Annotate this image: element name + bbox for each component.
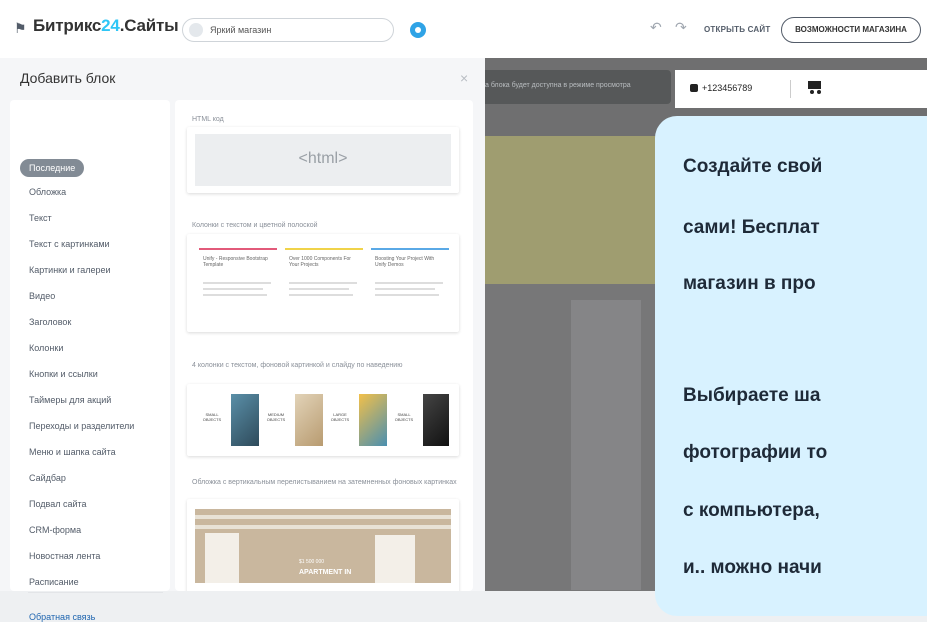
block-card-html[interactable]: <html> (187, 127, 459, 193)
category-item[interactable]: Видео (29, 291, 55, 301)
category-item[interactable]: Подвал сайта (29, 499, 87, 509)
cover-price: $1 500 000 (299, 559, 325, 565)
category-item[interactable]: Расписание (29, 577, 79, 587)
preview-column (571, 300, 641, 590)
preview-notice: а блока будет доступна в режиме просмотр… (485, 70, 671, 104)
block-list: HTML код <html> Колонки с текстом и цвет… (175, 100, 473, 591)
category-item[interactable]: Меню и шапка сайта (29, 447, 116, 457)
callout-line: Создайте свой (683, 156, 823, 177)
block-card-four-columns[interactable]: SMALL OBJECTS MEDIUM OBJECTS LARGE OBJEC… (187, 384, 459, 456)
callout-line: фотографии то (683, 442, 828, 463)
column-heading: Boosting Your Project With Unify Demos (375, 256, 435, 268)
undo-icon[interactable]: ↶ (650, 19, 662, 36)
category-item[interactable]: Колонки (29, 343, 63, 353)
category-item[interactable]: Переходы и разделители (29, 421, 134, 431)
home-icon[interactable]: ⚑ (14, 20, 27, 37)
category-item[interactable]: Кнопки и ссылки (29, 369, 98, 379)
store-features-button[interactable]: ВОЗМОЖНОСТИ МАГАЗИНА (781, 17, 921, 43)
open-site-link[interactable]: ОТКРЫТЬ САЙТ (704, 25, 770, 34)
column-preview: Over 1000 Components For Your Projects (285, 248, 363, 320)
logo-number: 24 (101, 16, 120, 35)
thumbnail (359, 394, 387, 446)
color-strip (285, 248, 363, 250)
preview-phone: +123456789 (690, 83, 752, 93)
category-item[interactable]: Таймеры для акций (29, 395, 111, 405)
top-bar: ⚑ Битрикс24.Сайты Яркий магазин ↶ ↷ ОТКР… (0, 0, 927, 59)
category-item[interactable]: Новостная лента (29, 551, 100, 561)
callout-line: магазин в про (683, 273, 816, 294)
cart-icon (805, 80, 825, 94)
column-preview: Unify - Responsive Bootstrap Template (199, 248, 277, 320)
column-label: SMALL OBJECTS (202, 412, 222, 422)
block-title: Обложка с вертикальным перелистыванием н… (192, 479, 457, 486)
category-item[interactable]: Текст с картинками (29, 239, 110, 249)
block-title: 4 колонки с текстом, фоновой картинкой и… (192, 362, 403, 369)
logo-suffix: .Сайты (119, 16, 179, 35)
cover-heading: APARTMENT IN (299, 569, 352, 576)
logo[interactable]: Битрикс24.Сайты (33, 16, 179, 36)
logo-name: Битрикс (33, 16, 102, 35)
close-icon[interactable]: × (460, 70, 468, 86)
category-item[interactable]: Последние (20, 159, 85, 177)
category-item[interactable]: Заголовок (29, 317, 71, 327)
callout-line: с компьютера, (683, 500, 820, 521)
site-name: Яркий магазин (210, 25, 272, 35)
preview-notice-text: а блока будет доступна в режиме просмотр… (485, 82, 631, 89)
info-icon[interactable] (410, 22, 426, 38)
site-icon (189, 23, 203, 37)
add-block-panel: Добавить блок × Последние Обложка Текст … (0, 58, 485, 622)
promo-callout: Создайте свой сами! Бесплат магазин в пр… (655, 116, 927, 616)
column-preview: Boosting Your Project With Unify Demos (371, 248, 449, 320)
callout-line: и.. можно начи (683, 557, 822, 578)
category-item[interactable]: CRM-форма (29, 525, 81, 535)
cover-photo: $1 500 000 APARTMENT IN (195, 509, 451, 583)
column-label: MEDIUM OBJECTS (266, 412, 286, 422)
block-title: Колонки с текстом и цветной полоской (192, 222, 318, 229)
category-list: Последние Обложка Текст Текст с картинка… (10, 100, 170, 622)
divider (28, 592, 163, 593)
category-item[interactable]: Обложка (29, 187, 66, 197)
callout-line: Выбираете ша (683, 385, 821, 406)
thumbnail (423, 394, 449, 446)
color-strip (371, 248, 449, 250)
column-heading: Over 1000 Components For Your Projects (289, 256, 351, 268)
divider (790, 80, 791, 98)
block-title: HTML код (192, 116, 224, 123)
column-label: LARGE OBJECTS (330, 412, 350, 422)
category-item[interactable]: Сайдбар (29, 473, 66, 483)
redo-icon[interactable]: ↷ (675, 19, 687, 36)
phone-icon (690, 84, 698, 92)
category-item[interactable]: Картинки и галереи (29, 265, 111, 275)
block-card-cover[interactable]: $1 500 000 APARTMENT IN (187, 499, 459, 591)
feedback-link[interactable]: Обратная связь (29, 612, 95, 622)
column-heading: Unify - Responsive Bootstrap Template (203, 256, 268, 268)
html-preview: <html> (195, 134, 451, 186)
color-strip (199, 248, 277, 250)
site-selector[interactable]: Яркий магазин (182, 18, 394, 42)
block-card-columns[interactable]: Unify - Responsive Bootstrap Template Ov… (187, 234, 459, 332)
preview-phone-text: +123456789 (702, 83, 753, 93)
panel-title: Добавить блок (20, 70, 116, 86)
callout-line: сами! Бесплат (683, 217, 820, 238)
category-item[interactable]: Текст (29, 213, 52, 223)
html-preview-text: <html> (298, 150, 348, 167)
thumbnail (295, 394, 323, 446)
thumbnail (231, 394, 259, 446)
column-label: SMALL OBJECTS (394, 412, 414, 422)
